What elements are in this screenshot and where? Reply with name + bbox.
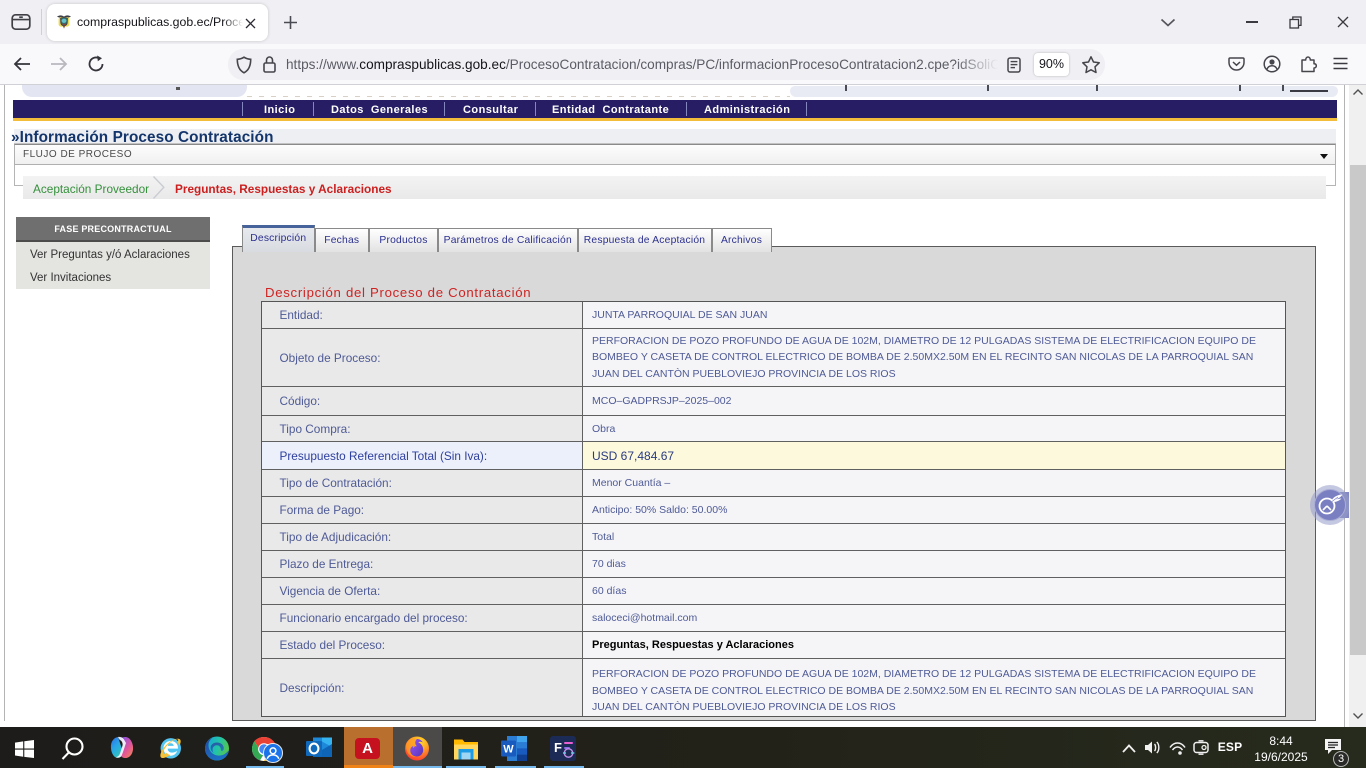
svg-text:W: W (503, 744, 514, 756)
